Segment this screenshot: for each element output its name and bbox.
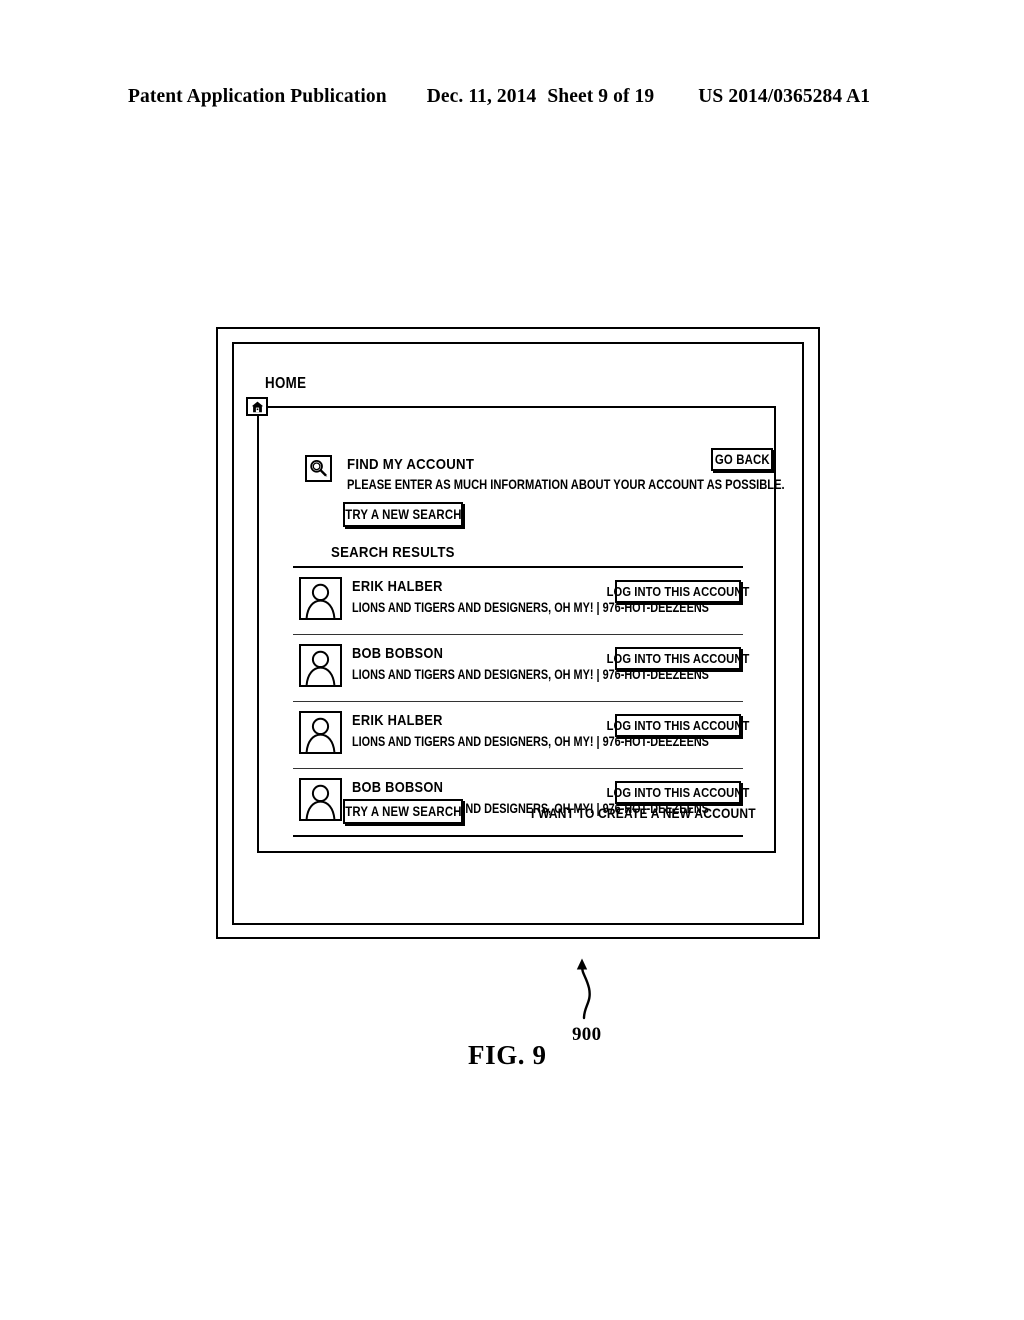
reference-leader-line: [558, 958, 614, 1020]
search-results-heading: SEARCH RESULTS: [331, 544, 455, 561]
magnifier-icon-box: [305, 455, 332, 482]
figure-caption: FIG. 9: [468, 1040, 547, 1070]
log-into-account-button[interactable]: LOG INTO THIS ACCOUNT: [607, 580, 749, 603]
log-into-account-label: LOG INTO THIS ACCOUNT: [606, 651, 750, 666]
search-results-list: ERIK HALBER LIONS AND TIGERS AND DESIGNER…: [293, 566, 749, 837]
account-name: BOB BOBSON: [352, 646, 444, 662]
figure-outer-frame: HOME FIND MY ACCOUNT PLEASE ENTER AS MUC…: [216, 327, 820, 939]
person-avatar-icon: [301, 780, 340, 819]
publication-title: Patent Application Publication: [128, 86, 387, 107]
try-new-search-top-button[interactable]: TRY A NEW SEARCH: [343, 502, 463, 527]
try-new-search-bottom-label: TRY A NEW SEARCH: [344, 804, 462, 819]
go-back-label: GO BACK: [714, 452, 770, 467]
avatar: [299, 711, 342, 754]
publication-date: Dec. 11, 2014: [426, 86, 537, 107]
reference-numeral: 900: [572, 1024, 602, 1045]
go-back-button[interactable]: GO BACK: [711, 448, 773, 471]
home-tab[interactable]: [246, 397, 268, 416]
table-row: ERIK HALBER LIONS AND TIGERS AND DESIGNER…: [293, 568, 749, 634]
log-into-account-label: LOG INTO THIS ACCOUNT: [606, 785, 750, 800]
avatar: [299, 577, 342, 620]
log-into-account-button[interactable]: LOG INTO THIS ACCOUNT: [607, 781, 749, 804]
table-row: BOB BOBSON LIONS AND TIGERS AND DESIGNERS…: [293, 635, 749, 701]
person-avatar-icon: [301, 713, 340, 752]
publication-number: US 2014/0365284 A1: [698, 86, 871, 107]
account-name: ERIK HALBER: [352, 579, 443, 595]
avatar: [299, 778, 342, 821]
log-into-account-label: LOG INTO THIS ACCOUNT: [606, 718, 750, 733]
account-name: BOB BOBSON: [352, 780, 444, 796]
account-name: ERIK HALBER: [352, 713, 443, 729]
panel-title: FIND MY ACCOUNT: [347, 456, 475, 473]
person-avatar-icon: [301, 646, 340, 685]
log-into-account-button[interactable]: LOG INTO THIS ACCOUNT: [607, 714, 749, 737]
try-new-search-top-label: TRY A NEW SEARCH: [344, 507, 462, 522]
panel-subtitle: PLEASE ENTER AS MUCH INFORMATION ABOUT Y…: [347, 477, 785, 492]
avatar: [299, 644, 342, 687]
home-label: HOME: [265, 375, 307, 392]
log-into-account-button[interactable]: LOG INTO THIS ACCOUNT: [607, 647, 749, 670]
result-rows-host: ERIK HALBER LIONS AND TIGERS AND DESIGNER…: [293, 568, 749, 837]
magnifier-icon: [307, 457, 330, 480]
create-new-account-link[interactable]: I WANT TO CREATE A NEW ACCOUNT: [531, 805, 756, 821]
patent-page-header: Patent Application Publication Dec. 11, …: [128, 86, 896, 112]
app-panel: FIND MY ACCOUNT PLEASE ENTER AS MUCH INF…: [257, 406, 785, 853]
log-into-account-label: LOG INTO THIS ACCOUNT: [606, 584, 750, 599]
table-row: ERIK HALBER LIONS AND TIGERS AND DESIGNER…: [293, 702, 749, 768]
sheet-number: Sheet 9 of 19: [547, 86, 655, 107]
row-divider: [293, 835, 743, 837]
person-avatar-icon: [301, 579, 340, 618]
try-new-search-bottom-button[interactable]: TRY A NEW SEARCH: [343, 799, 463, 824]
home-icon: [251, 401, 264, 413]
